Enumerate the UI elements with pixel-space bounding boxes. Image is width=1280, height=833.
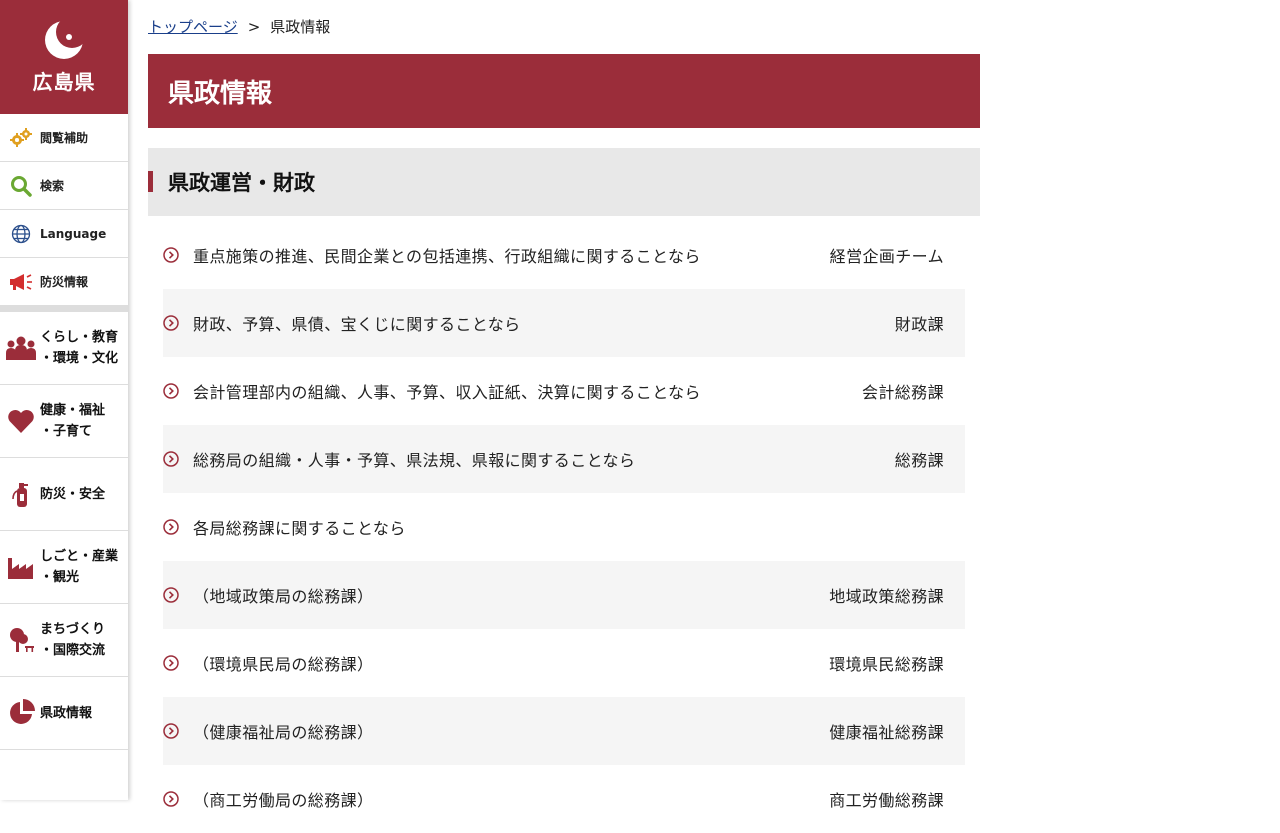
util-nav-search[interactable]: 検索 [0,162,128,210]
util-nav-label: 閲覧補助 [40,131,89,145]
chevron-circle-right-icon [163,519,179,535]
chevron-circle-right-icon [163,383,179,399]
list-item[interactable]: 各局総務課に関することなら [163,493,965,561]
util-nav-accessibility[interactable]: 閲覧補助 [0,114,128,162]
chevron-circle-right-icon [163,315,179,331]
nav-item-life-education[interactable]: くらし・教育 ・環境・文化 [0,312,128,385]
sidebar: 広島県 閲覧補助 検索 Language 防災情報 くらし・教育 ・環境・文化 … [0,0,128,800]
list-item[interactable]: （健康福祉局の総務課） 健康福祉総務課 [163,697,965,765]
list-item[interactable]: （環境県民局の総務課） 環境県民総務課 [163,629,965,697]
list-item[interactable]: 重点施策の推進、民間企業との包括連携、行政組織に関することなら 経営企画チーム [163,221,965,289]
list-item-link[interactable]: 会計管理部内の組織、人事、予算、収入証紙、決算に関することなら [193,379,862,403]
list-item-link[interactable]: 総務局の組織・人事・予算、県法規、県報に関することなら [193,447,895,471]
breadcrumb-home-link[interactable]: トップページ [148,18,238,36]
list-item-link[interactable]: （地域政策局の総務課） [193,583,829,607]
list-item-department: 経営企画チーム [829,247,944,266]
list-item-department: 健康福祉総務課 [829,723,944,742]
chevron-circle-right-icon [163,655,179,671]
extinguisher-icon [5,478,37,510]
page-title: 県政情報 [148,54,980,128]
util-nav-disaster[interactable]: 防災情報 [0,258,128,306]
gear-icon [9,126,33,150]
nav-item-label: 県政情報 [40,705,93,721]
nav-item-label: 防災・安全 [40,486,106,502]
util-nav-label: Language [40,226,107,241]
list-item-link[interactable]: （商工労働局の総務課） [193,787,829,811]
heart-icon [5,405,37,437]
breadcrumb: トップページ > 県政情報 [148,0,980,54]
chevron-circle-right-icon [163,791,179,807]
list-item-department: 地域政策総務課 [829,587,944,606]
chevron-circle-right-icon [163,587,179,603]
megaphone-icon [9,270,33,294]
list-item-department: 環境県民総務課 [829,655,944,674]
nav-item-town-international[interactable]: まちづくり ・国際交流 [0,604,128,677]
util-nav-label: 防災情報 [40,275,89,289]
nav-item-work-industry[interactable]: しごと・産業 ・観光 [0,531,128,604]
list-item-link[interactable]: （健康福祉局の総務課） [193,719,829,743]
list-item-department: 総務課 [894,451,944,470]
list-item-department: 商工労働総務課 [829,791,944,810]
list-item-department: 会計総務課 [861,383,944,402]
department-list: 重点施策の推進、民間企業との包括連携、行政組織に関することなら 経営企画チーム 財政… [148,221,965,833]
list-item[interactable]: 総務局の組織・人事・予算、県法規、県報に関することなら 総務課 [163,425,965,493]
nav-item-label: くらし・教育 ・環境・文化 [40,330,119,366]
list-item[interactable]: （地域政策局の総務課） 地域政策総務課 [163,561,965,629]
list-item-link[interactable]: 重点施策の推進、民間企業との包括連携、行政組織に関することなら [193,243,830,267]
nav-item-prefectural-government[interactable]: 県政情報 [0,677,128,750]
tree-icon [5,624,37,656]
list-item[interactable]: 会計管理部内の組織、人事、予算、収入証紙、決算に関することなら 会計総務課 [163,357,965,425]
list-item-link[interactable]: 各局総務課に関することなら [193,515,944,539]
nav-item-label: まちづくり ・国際交流 [40,622,106,658]
list-item-department: 財政課 [894,315,944,334]
nav-item-label: 健康・福祉 ・子育て [40,403,106,439]
site-logo[interactable]: 広島県 [0,0,128,114]
list-item-link[interactable]: 財政、予算、県債、宝くじに関することなら [193,311,895,335]
list-item[interactable]: （商工労働局の総務課） 商工労働総務課 [163,765,965,833]
search-icon [9,174,33,198]
crescent-logo-icon [45,19,84,59]
main-content: トップページ > 県政情報 県政情報 県政運営・財政 重点施策の推進、民間企業との包… [148,0,980,833]
site-name: 広島県 [32,69,96,94]
chevron-circle-right-icon [163,723,179,739]
chevron-circle-right-icon [163,451,179,467]
list-item[interactable]: 財政、予算、県債、宝くじに関することなら 財政課 [163,289,965,357]
globe-icon [9,222,33,246]
breadcrumb-separator: > [247,18,261,36]
nav-item-health-welfare[interactable]: 健康・福祉 ・子育て [0,385,128,458]
section-title: 県政運営・財政 [148,148,980,216]
chevron-circle-right-icon [163,247,179,263]
util-nav-label: 検索 [40,179,65,193]
factory-icon [5,551,37,583]
list-item-link[interactable]: （環境県民局の総務課） [193,651,829,675]
nav-item-disaster-safety[interactable]: 防災・安全 [0,458,128,531]
nav-item-label: しごと・産業 ・観光 [40,549,119,585]
pie-icon [5,697,37,729]
people-icon [5,332,37,364]
util-nav-language[interactable]: Language [0,210,128,258]
breadcrumb-current: 県政情報 [270,18,331,36]
